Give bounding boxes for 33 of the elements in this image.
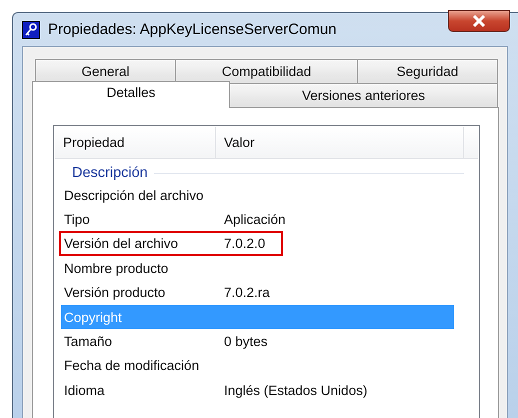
- value-cell-text: 7.0.2.0: [224, 236, 266, 252]
- window-title: Propiedades: AppKeyLicenseServerComun: [48, 21, 337, 38]
- property-cell-text: Idioma: [64, 382, 106, 398]
- table-row[interactable]: Versión del archivo 7.0.2.0: [61, 232, 454, 256]
- value-cell-text: 7.0.2.ra: [224, 285, 271, 300]
- table-row[interactable]: Descripción del archivo: [61, 183, 454, 208]
- group-header: Descripción: [72, 165, 148, 181]
- table-row[interactable]: Versión producto 7.0.2.ra: [61, 280, 454, 305]
- value-cell-text: 0 bytes: [224, 334, 269, 350]
- tab[interactable]: Versiones anteriores: [229, 83, 498, 108]
- key-icon: [22, 20, 40, 38]
- property-cell-text: Fecha de modificación: [64, 358, 200, 374]
- value-cell-text: Inglés (Estados Unidos): [224, 382, 368, 398]
- value-cell-text: Aplicación: [224, 212, 287, 228]
- property-cell-text: Copyright: [64, 310, 123, 325]
- table-row[interactable]: Idioma Inglés (Estados Unidos): [61, 378, 454, 403]
- close-icon: [472, 15, 486, 27]
- property-cell-text: Versión del archivo: [64, 236, 180, 252]
- column-header[interactable]: Propiedad: [55, 127, 216, 158]
- table-row[interactable]: Tamaño 0 bytes: [61, 329, 454, 354]
- property-cell-text: Nombre producto: [64, 260, 170, 276]
- close-button[interactable]: [448, 10, 510, 32]
- property-cell-text: Descripción del archivo: [64, 188, 205, 203]
- property-cell-text: Tamaño: [64, 334, 114, 350]
- table-row[interactable]: Nombre producto: [61, 256, 454, 281]
- column-header[interactable]: Valor: [216, 127, 464, 158]
- table-row[interactable]: Fecha de modificación: [61, 354, 454, 378]
- tab[interactable]: Detalles: [32, 81, 230, 108]
- table-row[interactable]: Tipo Aplicación: [61, 207, 454, 232]
- tab[interactable]: Compatibilidad: [175, 59, 358, 84]
- property-cell-text: Tipo: [64, 212, 91, 228]
- tab[interactable]: Seguridad: [356, 59, 498, 84]
- property-cell-text: Versión producto: [64, 285, 166, 300]
